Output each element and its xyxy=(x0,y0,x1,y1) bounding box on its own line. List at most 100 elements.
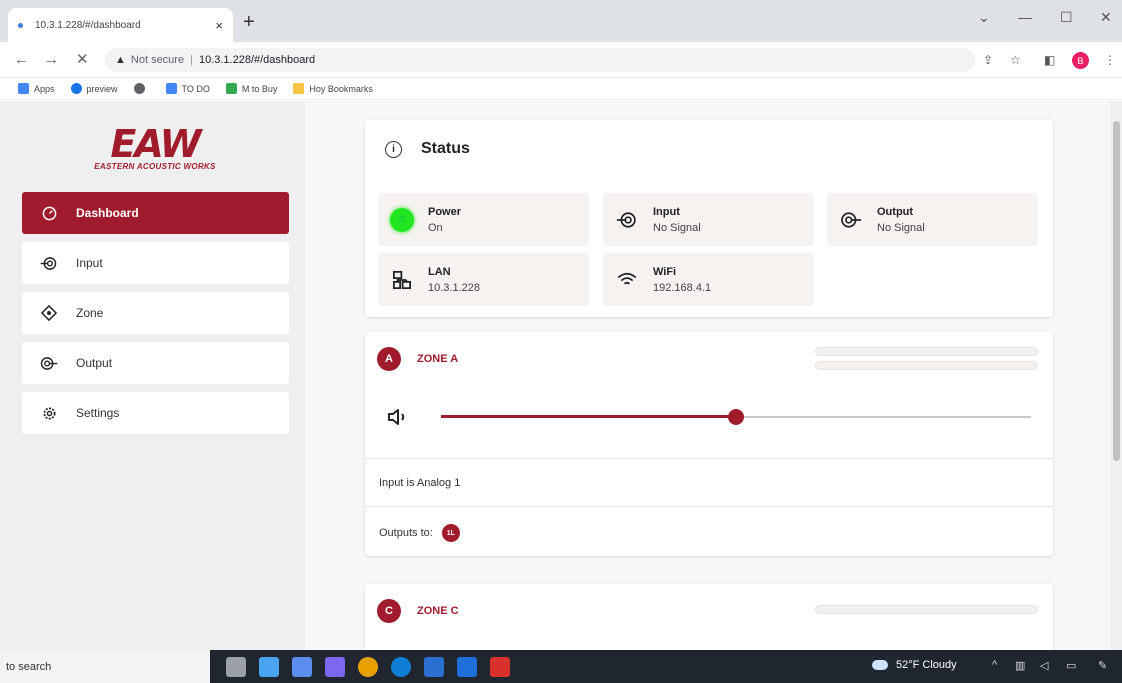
browser-tab[interactable]: 10.3.1.228/#/dashboard × xyxy=(8,8,233,42)
bookmark-folder[interactable]: Hoy Bookmarks xyxy=(293,83,373,94)
file-explorer-icon[interactable] xyxy=(259,656,279,677)
volume-slider[interactable] xyxy=(441,409,1031,425)
windows-taskbar: to search 52°F Cloudy ^ ▥ ◁ ▭ ✎ xyxy=(0,650,1122,683)
weather-widget[interactable]: 52°F Cloudy xyxy=(872,659,957,671)
sidebar-item-label: Settings xyxy=(76,406,120,420)
gear-icon xyxy=(40,406,58,421)
sidebar-item-output[interactable]: Output xyxy=(22,342,289,384)
zone-badge: C xyxy=(377,599,401,623)
bookmark-label: M to Buy xyxy=(241,83,278,94)
cloud-icon xyxy=(872,660,888,670)
bookmark-apps[interactable]: Apps xyxy=(18,83,55,94)
drive-icon xyxy=(225,83,237,94)
bookmark-preview[interactable]: preview xyxy=(70,83,118,94)
volume-thumb[interactable] xyxy=(728,409,744,425)
sidebar-item-settings[interactable]: Settings xyxy=(22,392,289,434)
divider xyxy=(365,506,1053,507)
zone-name[interactable]: ZONE A xyxy=(417,353,458,365)
sidebar-item-input[interactable]: Input xyxy=(22,242,289,284)
profile-avatar[interactable]: B xyxy=(1072,52,1089,69)
teams-icon[interactable] xyxy=(325,656,345,677)
output-value: No Signal xyxy=(877,221,925,234)
tab-close-icon[interactable]: × xyxy=(215,18,223,33)
output-label: Output xyxy=(877,205,914,218)
minimize-button[interactable]: — xyxy=(1018,9,1032,25)
zone-card-a: A ZONE A Input is Analog 1 Outputs to: 1… xyxy=(365,332,1053,556)
taskbar-search-input[interactable]: to search xyxy=(0,650,210,683)
bookmark-label: preview xyxy=(86,83,118,94)
stop-button[interactable]: ✕ xyxy=(76,51,89,69)
output-icon xyxy=(839,208,863,232)
power-label: Power xyxy=(428,205,462,218)
maximize-button[interactable]: ☐ xyxy=(1060,9,1073,26)
share-icon[interactable]: ⇪ xyxy=(983,53,993,67)
url-text: 10.3.1.228/#/dashboard xyxy=(198,54,316,66)
store-icon[interactable] xyxy=(424,656,444,677)
level-meter-left xyxy=(815,347,1038,356)
speaker-icon[interactable]: ◁ xyxy=(1040,659,1048,672)
logo-mark: EAW xyxy=(110,122,201,166)
battery-icon[interactable]: ▭ xyxy=(1066,659,1076,672)
bookmark-globe[interactable] xyxy=(133,83,150,94)
forward-button[interactable]: → xyxy=(44,51,59,69)
scrollbar-thumb[interactable] xyxy=(1113,121,1120,461)
wifi-tile: WiFi 192.168.4.1 xyxy=(603,253,814,306)
sidebar: EAW EASTERN ACOUSTIC WORKS Dashboard Inp… xyxy=(0,101,305,650)
output-badge[interactable]: 1L xyxy=(441,524,460,542)
chrome-icon[interactable] xyxy=(358,656,378,677)
lan-icon xyxy=(390,268,414,292)
network-icon[interactable]: ▥ xyxy=(1015,659,1025,672)
close-window-button[interactable]: ✕ xyxy=(1100,9,1112,26)
zone-input-text: Input is Analog 1 xyxy=(379,477,461,489)
task-view-icon[interactable] xyxy=(226,656,246,677)
sidebar-item-dashboard[interactable]: Dashboard xyxy=(22,192,289,234)
info-icon: i xyxy=(385,140,402,158)
zone-badge: A xyxy=(377,347,401,371)
folder-icon xyxy=(293,83,305,94)
level-meter-right xyxy=(815,361,1038,370)
new-tab-button[interactable]: + xyxy=(243,12,255,32)
zone-outputs-row: Outputs to: 1L xyxy=(379,524,460,542)
bookmark-todo[interactable]: TO DO xyxy=(165,83,210,94)
security-label: Not secure xyxy=(130,54,185,66)
bookmark-m-to-buy[interactable]: M to Buy xyxy=(225,83,278,94)
status-header: i Status xyxy=(385,140,470,158)
side-panel-icon[interactable]: ◧ xyxy=(1044,53,1055,67)
output-tile: Output No Signal xyxy=(827,193,1038,246)
logo-subtitle: EASTERN ACOUSTIC WORKS xyxy=(94,162,216,171)
input-value: No Signal xyxy=(653,221,701,234)
zone-card-c: C ZONE C xyxy=(365,584,1053,650)
lan-label: LAN xyxy=(428,265,451,278)
back-button[interactable]: ← xyxy=(14,51,29,69)
main-content: i Status ⏻ Power On Input No Signal Outp… xyxy=(305,101,1110,650)
zone-name[interactable]: ZONE C xyxy=(417,605,459,617)
status-card: i Status ⏻ Power On Input No Signal Outp… xyxy=(365,120,1053,317)
edge-icon[interactable] xyxy=(391,656,411,677)
acrobat-icon[interactable] xyxy=(490,656,510,677)
warning-icon: ▲ xyxy=(115,54,126,66)
input-tile: Input No Signal xyxy=(603,193,814,246)
zone-icon xyxy=(40,305,58,321)
star-icon[interactable]: ☆ xyxy=(1010,53,1021,67)
bookmark-label: Hoy Bookmarks xyxy=(309,83,373,94)
sidebar-item-label: Dashboard xyxy=(76,206,139,220)
power-tile: ⏻ Power On xyxy=(378,193,589,246)
apps-grid-icon xyxy=(18,83,29,94)
sidebar-item-zone[interactable]: Zone xyxy=(22,292,289,334)
url-input[interactable]: ▲ Not secure | 10.3.1.228/#/dashboard xyxy=(105,48,975,72)
address-bar-row: ← → ✕ ▲ Not secure | 10.3.1.228/#/dashbo… xyxy=(0,42,1122,78)
page-scrollbar[interactable] xyxy=(1110,101,1122,650)
tab-search-icon[interactable]: ⌄ xyxy=(978,9,990,26)
volume-icon[interactable] xyxy=(387,407,411,427)
pen-icon[interactable]: ✎ xyxy=(1098,659,1107,672)
outlook-icon[interactable] xyxy=(457,656,477,677)
eaw-logo: EAW EASTERN ACOUSTIC WORKS xyxy=(70,122,240,176)
lan-value: 10.3.1.228 xyxy=(428,281,480,294)
power-indicator-icon: ⏻ xyxy=(390,207,414,232)
tray-overflow-icon[interactable]: ^ xyxy=(992,659,997,671)
docs-icon xyxy=(165,83,177,94)
menu-icon[interactable]: ⋮ xyxy=(1104,53,1116,67)
volume-fill xyxy=(441,415,736,418)
globe-icon xyxy=(133,83,145,94)
mail-icon[interactable] xyxy=(292,656,312,677)
